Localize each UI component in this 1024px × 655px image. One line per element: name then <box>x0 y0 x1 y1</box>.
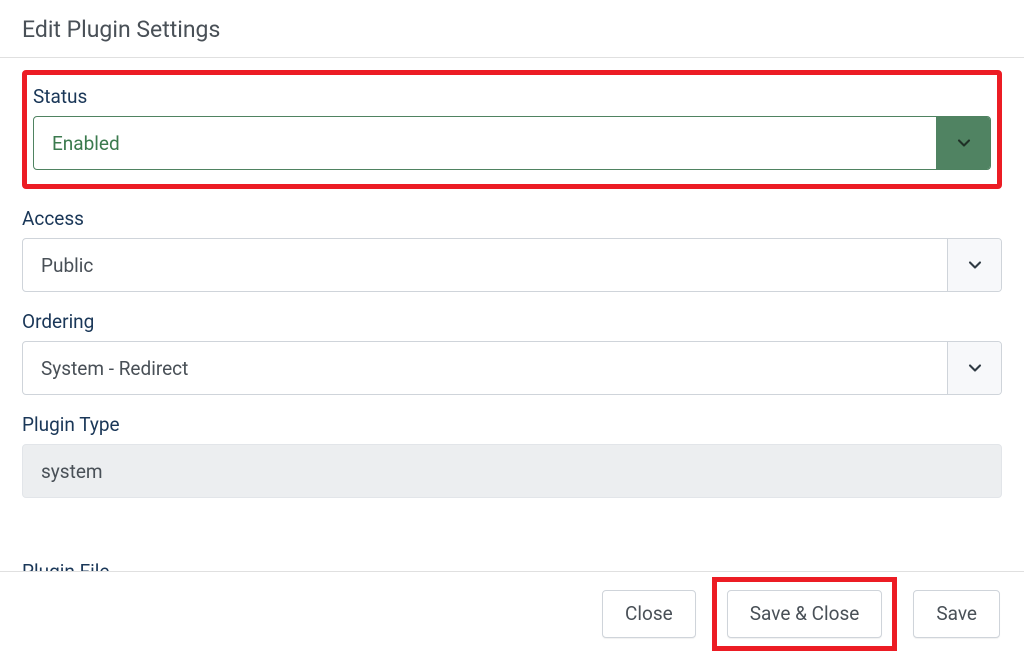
ordering-field: Ordering System - Redirect <box>22 310 1002 395</box>
modal-footer: Close Save & Close Save <box>0 571 1024 655</box>
close-button[interactable]: Close <box>602 590 696 638</box>
access-select-value: Public <box>23 239 947 291</box>
plugin-type-label: Plugin Type <box>22 413 1002 436</box>
plugin-type-field: Plugin Type system <box>22 413 1002 498</box>
ordering-select[interactable]: System - Redirect <box>22 341 1002 395</box>
chevron-down-icon <box>954 133 974 153</box>
ordering-select-value: System - Redirect <box>23 342 947 394</box>
status-highlight-box: Status Enabled <box>22 70 1002 189</box>
status-label: Status <box>33 85 991 108</box>
status-select-value: Enabled <box>34 117 936 169</box>
plugin-file-label: Plugin File <box>0 560 109 571</box>
access-select-caret <box>947 239 1001 291</box>
edit-plugin-modal: Edit Plugin Settings Status Enabled Acc <box>0 0 1024 655</box>
save-and-close-button[interactable]: Save & Close <box>727 590 883 638</box>
status-select[interactable]: Enabled <box>33 116 991 170</box>
ordering-select-caret <box>947 342 1001 394</box>
save-close-highlight-box: Save & Close <box>712 577 898 651</box>
access-select[interactable]: Public <box>22 238 1002 292</box>
access-label: Access <box>22 207 1002 230</box>
plugin-type-value: system <box>22 444 1002 498</box>
modal-body: Status Enabled Access Public <box>0 58 1024 571</box>
ordering-label: Ordering <box>22 310 1002 333</box>
chevron-down-icon <box>965 358 985 378</box>
modal-title: Edit Plugin Settings <box>0 0 1024 57</box>
access-field: Access Public <box>22 207 1002 292</box>
status-select-caret <box>936 117 990 169</box>
chevron-down-icon <box>965 255 985 275</box>
save-button[interactable]: Save <box>913 590 1000 638</box>
